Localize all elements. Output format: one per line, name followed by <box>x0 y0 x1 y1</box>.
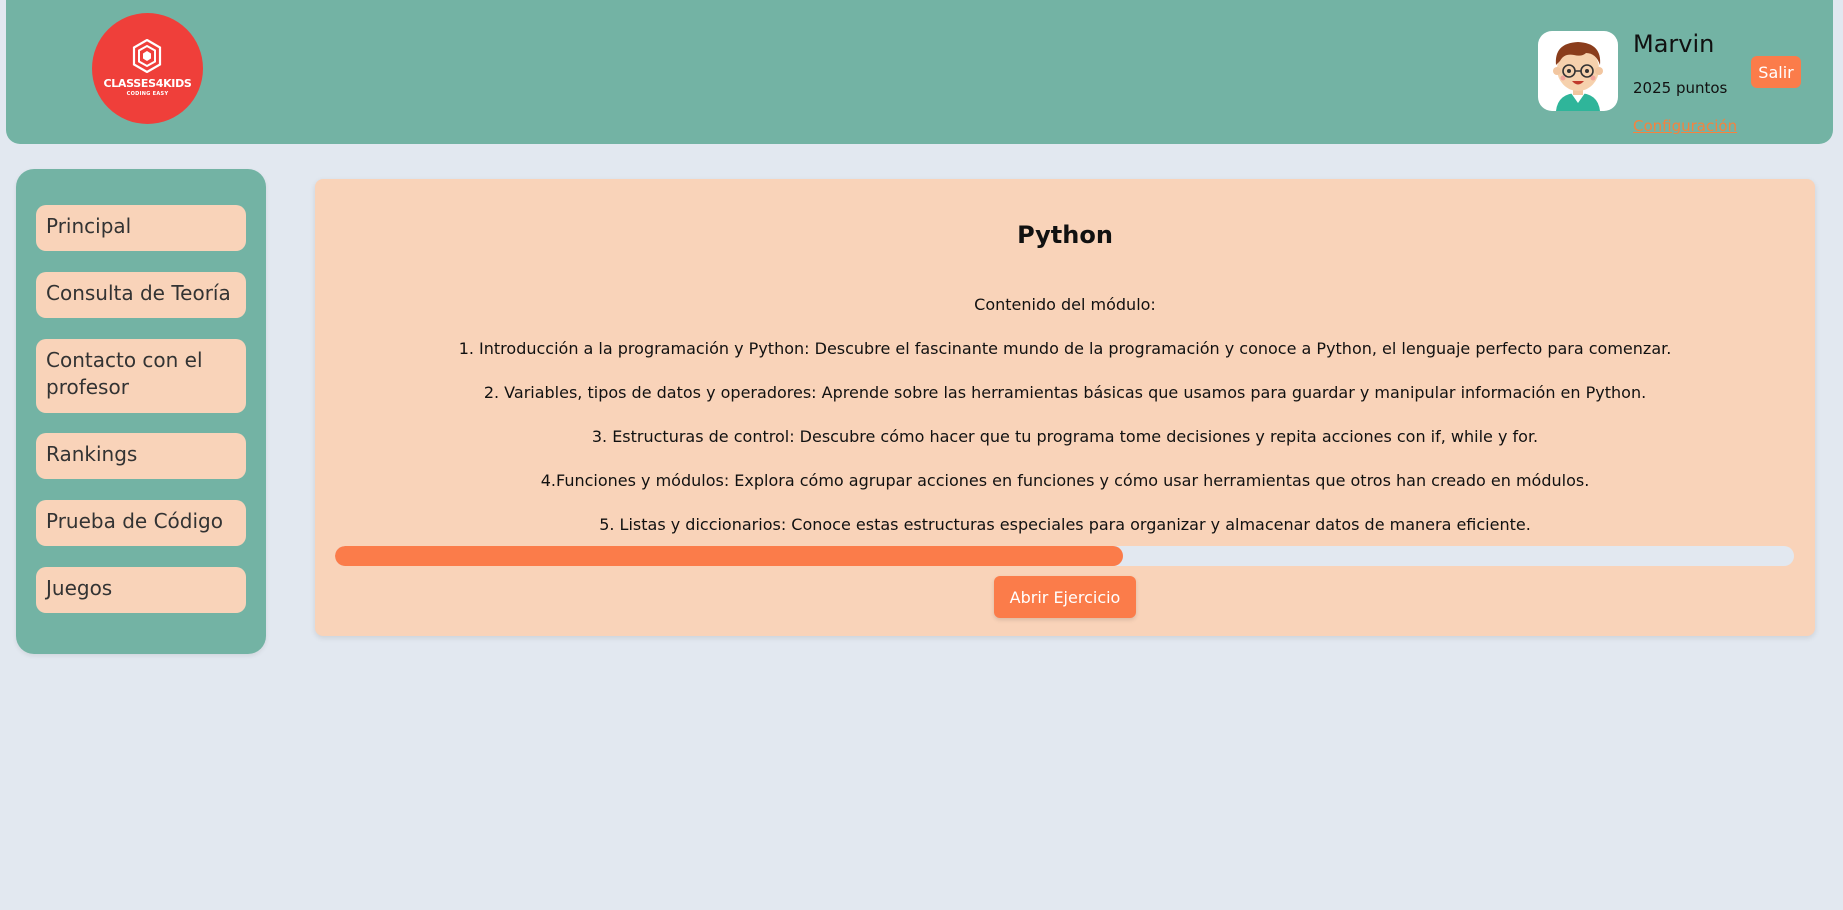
sidebar-item-contacto-profesor[interactable]: Contacto con el profesor <box>36 339 246 413</box>
sidebar-item-consulta-teoria[interactable]: Consulta de Teoría <box>36 272 246 318</box>
module-item: 3. Estructuras de control: Descubre cómo… <box>591 427 1539 446</box>
module-item: 2. Variables, tipos de datos y operadore… <box>483 383 1647 402</box>
sidebar-item-prueba-codigo[interactable]: Prueba de Código <box>36 500 246 546</box>
open-exercise-button[interactable]: Abrir Ejercicio <box>994 576 1136 618</box>
sidebar-item-rankings[interactable]: Rankings <box>36 433 246 479</box>
module-progress-fill <box>335 546 1123 566</box>
module-progress-bar <box>335 546 1794 566</box>
user-points: 2025 puntos <box>1633 79 1728 97</box>
boy-avatar-icon <box>1553 42 1603 111</box>
module-title: Python <box>1017 221 1113 249</box>
module-contents-heading: Contenido del módulo: <box>974 295 1156 314</box>
module-item: 1. Introducción a la programación y Pyth… <box>458 339 1672 358</box>
sidebar: Principal Consulta de Teoría Contacto co… <box>16 169 266 654</box>
top-header: CLASSES4KIDS CODING EASY Marvin 2025 pun… <box>6 0 1833 144</box>
hexagon-logo-icon <box>132 39 162 73</box>
user-name: Marvin <box>1633 30 1715 58</box>
sidebar-item-juegos[interactable]: Juegos <box>36 567 246 613</box>
module-item: 5. Listas y diccionarios: Conoce estas e… <box>599 515 1531 534</box>
classes4kids-logo[interactable]: CLASSES4KIDS CODING EASY <box>92 13 203 124</box>
module-item: 4.Funciones y módulos: Explora cómo agru… <box>540 471 1590 490</box>
logo-name: CLASSES4KIDS <box>103 77 192 90</box>
settings-link[interactable]: Configuración <box>1633 117 1737 135</box>
logout-button[interactable]: Salir <box>1751 56 1801 88</box>
sidebar-item-principal[interactable]: Principal <box>36 205 246 251</box>
module-card: Python Contenido del módulo: 1. Introduc… <box>315 179 1815 636</box>
user-avatar[interactable] <box>1538 31 1618 111</box>
logo-tagline: CODING EASY <box>126 91 169 97</box>
